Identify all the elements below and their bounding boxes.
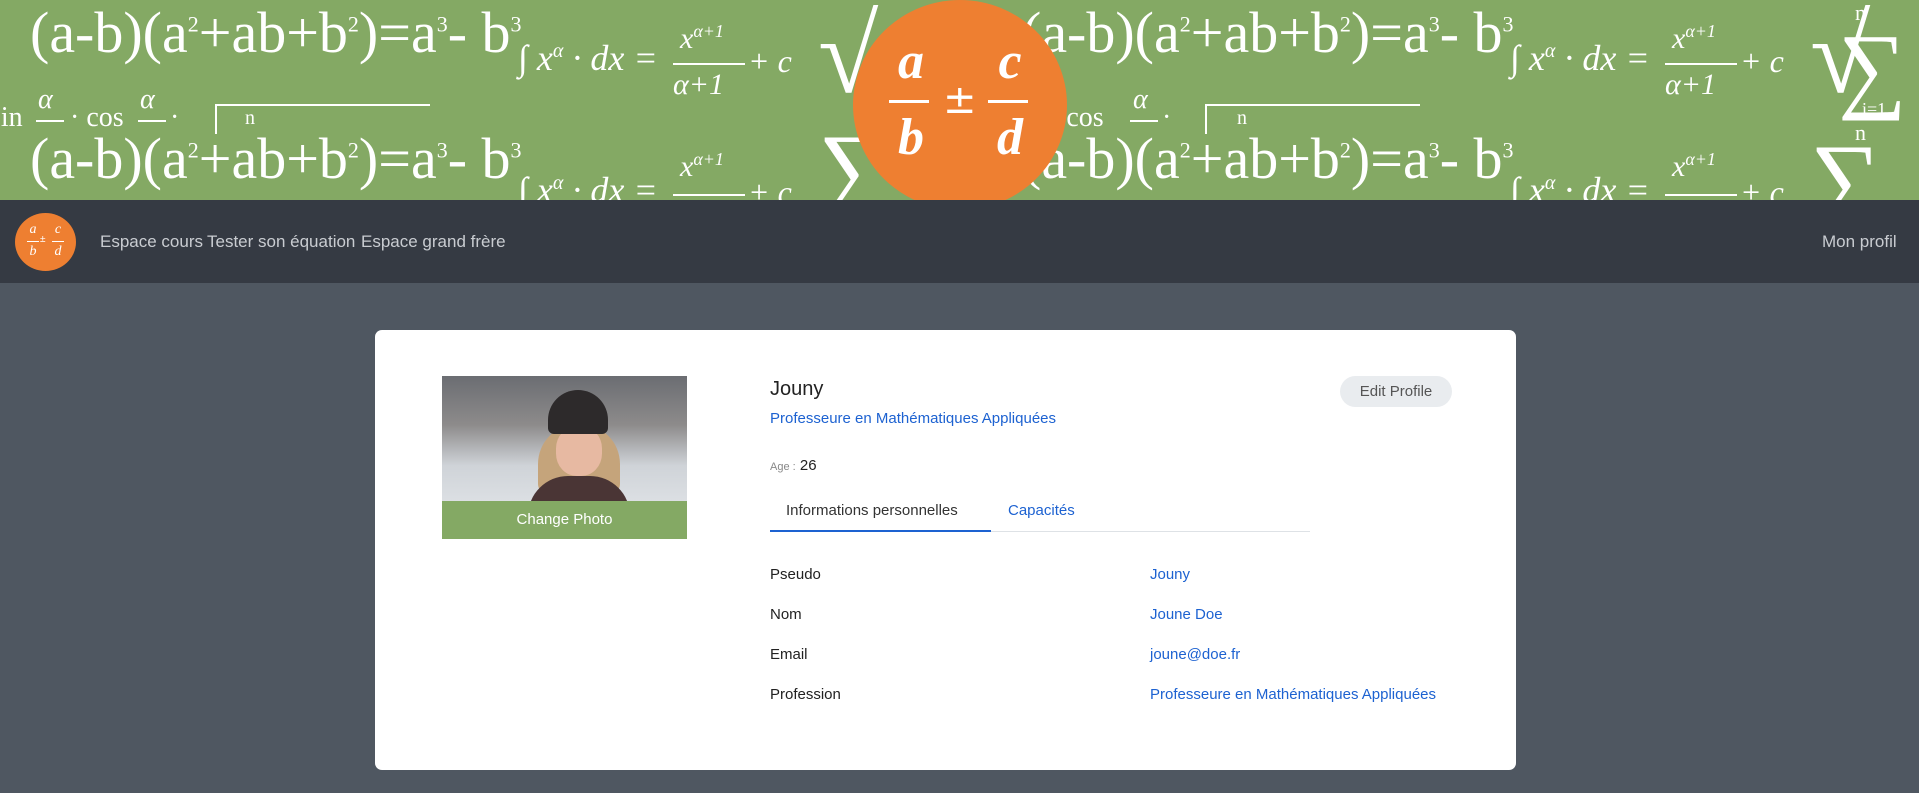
logo-b: b xyxy=(898,109,924,166)
field-value-email: joune@doe.fr xyxy=(1150,646,1241,663)
profile-name: Jouny xyxy=(770,378,824,400)
profile-age: Age : 26 xyxy=(770,457,817,474)
change-photo-button[interactable]: Change Photo xyxy=(442,501,687,539)
nav-link-tester-equation[interactable]: Tester son équation xyxy=(207,232,355,252)
tab-capacites[interactable]: Capacités xyxy=(1008,495,1075,532)
profile-tabs: Informations personnelles Capacités xyxy=(770,495,1310,532)
field-label-profession: Profession xyxy=(770,686,841,703)
logo-d: d xyxy=(997,109,1023,166)
nav-link-espace-cours[interactable]: Espace cours xyxy=(100,232,203,252)
field-label-pseudo: Pseudo xyxy=(770,566,821,583)
banner-formula-cubes: (a-b)(a2+ab+b2)=a3- b3 xyxy=(30,0,522,65)
logo-a: a xyxy=(898,33,924,90)
field-label-email: Email xyxy=(770,646,808,663)
math-banner: (a-b)(a2+ab+b2)=a3- b3 ∫ xα · dx = xα+1 … xyxy=(0,0,1919,200)
age-value: 26 xyxy=(799,457,817,474)
edit-profile-button[interactable]: Edit Profile xyxy=(1340,376,1452,407)
nav-link-espace-grand-frere[interactable]: Espace grand frère xyxy=(361,232,506,252)
age-label: Age : xyxy=(770,461,796,473)
profile-photo: Change Photo xyxy=(442,376,687,539)
site-logo-large: a b ± c d xyxy=(853,0,1067,200)
logo-plusminus: ± xyxy=(943,77,977,123)
banner-formula-integral: ∫ xα · dx = xyxy=(518,38,658,78)
top-navbar: a b ± c d Espace cours Tester son équati… xyxy=(0,200,1919,283)
nav-link-mon-profil[interactable]: Mon profil xyxy=(1822,232,1897,252)
field-value-nom: Joune Doe xyxy=(1150,606,1223,623)
tab-informations-personnelles[interactable]: Informations personnelles xyxy=(770,495,991,532)
profile-profession: Professeure en Mathématiques Appliquées xyxy=(770,410,1057,427)
banner-formula-trig: sin xyxy=(0,102,23,133)
field-label-nom: Nom xyxy=(770,606,802,623)
logo-c: c xyxy=(998,33,1022,90)
field-value-profession: Professeure en Mathématiques Appliquées xyxy=(1150,686,1437,703)
navbar-logo[interactable]: a b ± c d xyxy=(15,213,76,271)
profile-card: Change Photo Jouny Professeure en Mathém… xyxy=(375,330,1516,770)
field-value-pseudo: Jouny xyxy=(1150,566,1191,583)
